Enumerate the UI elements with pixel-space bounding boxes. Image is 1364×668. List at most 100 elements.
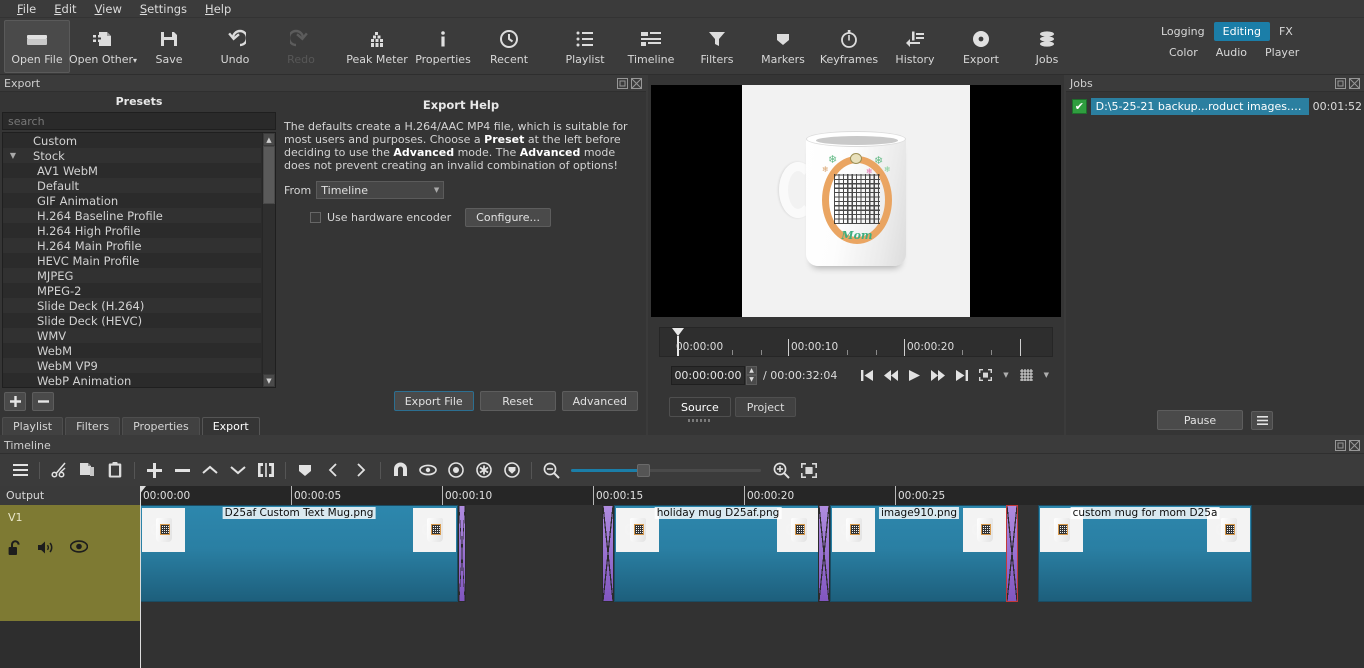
track-lane-v1[interactable]: D25af Custom Text Mug.png holiday mug D25… [140, 505, 1364, 602]
tab-properties[interactable]: Properties [122, 417, 200, 435]
timeline-clip[interactable]: custom mug for mom D25a [1038, 505, 1252, 602]
toolbar-save[interactable]: Save [136, 20, 202, 73]
tab-export[interactable]: Export [201, 417, 260, 435]
layout-mode-color[interactable]: Color [1160, 43, 1207, 62]
scroll-up-icon[interactable]: ▲ [263, 133, 275, 146]
timeline-clip[interactable]: holiday mug D25af.png [614, 505, 822, 602]
toolbar-history[interactable]: History [882, 20, 948, 73]
preset-item[interactable]: AV1 WebM [3, 163, 261, 178]
timeline-tracks[interactable]: 00:00:00 00:00:05 00:00:10 00:00:15 00:00:20… [140, 486, 1364, 668]
zoom-slider-thumb[interactable] [637, 463, 650, 477]
layout-mode-logging[interactable]: Logging [1152, 22, 1214, 41]
next-marker-button[interactable] [347, 457, 375, 483]
unlock-icon[interactable] [8, 540, 23, 556]
menu-item-view[interactable]: View [86, 0, 131, 18]
paste-button[interactable] [101, 457, 129, 483]
skip-end-icon[interactable] [956, 369, 969, 381]
zoom-slider[interactable] [571, 463, 761, 477]
marker-button[interactable] [291, 457, 319, 483]
layout-mode-editing[interactable]: Editing [1213, 22, 1270, 41]
player-ruler[interactable]: 00:00:00 00:00:10 00:00:20 [659, 327, 1053, 357]
copy-button[interactable] [73, 457, 101, 483]
float-icon[interactable] [1335, 77, 1346, 89]
job-name[interactable]: D:\5-25-21 backup...roduct images.mp4 [1090, 97, 1309, 115]
ripple-markers-button[interactable] [498, 457, 526, 483]
timeline-ruler[interactable]: 00:00:00 00:00:05 00:00:10 00:00:15 00:00:20… [140, 486, 1364, 505]
timeline-clip[interactable]: D25af Custom Text Mug.png [140, 505, 458, 602]
toolbar-open-other[interactable]: Open Other▾ [69, 20, 137, 73]
preset-item[interactable]: H.264 Baseline Profile [3, 208, 261, 223]
toolbar-markers[interactable]: Markers [750, 20, 816, 73]
toolbar-peak-meter[interactable]: Peak Meter [344, 20, 410, 73]
close-icon[interactable] [1349, 439, 1360, 451]
scrollbar-track[interactable] [263, 146, 275, 374]
zoom-fit-icon[interactable] [979, 369, 993, 381]
preset-item[interactable]: ▼ Stock [3, 148, 261, 163]
stepper-down-icon[interactable]: ▼ [746, 375, 757, 385]
toolbar-export[interactable]: Export [948, 20, 1014, 73]
float-icon[interactable] [617, 77, 628, 89]
ripple-all-tracks-button[interactable] [470, 457, 498, 483]
timeline-menu-button[interactable] [6, 457, 34, 483]
snap-button[interactable] [386, 457, 414, 483]
timeline-transition[interactable] [458, 505, 466, 602]
lift-button[interactable] [196, 457, 224, 483]
grid-icon[interactable] [1019, 369, 1033, 381]
tab-playlist[interactable]: Playlist [2, 417, 64, 435]
toolbar-open-file[interactable]: Open File [4, 20, 70, 73]
preset-item[interactable]: Default [3, 178, 261, 193]
presets-tree[interactable]: Custom ▼ Stock AV1 WebM Default GIF Animation… [3, 133, 261, 387]
speaker-icon[interactable] [38, 540, 55, 555]
current-position-field[interactable]: 00:00:00:00 [671, 365, 745, 385]
advanced-button[interactable]: Advanced [561, 391, 638, 411]
job-item[interactable]: ✔ D:\5-25-21 backup...roduct images.mp4 … [1068, 96, 1362, 116]
output-label[interactable]: Output [0, 486, 140, 505]
chevron-down-icon[interactable]: ▼ [1003, 371, 1008, 379]
jobs-list[interactable]: ✔ D:\5-25-21 backup...roduct images.mp4 … [1066, 92, 1364, 405]
preset-item[interactable]: MPEG-2 [3, 283, 261, 298]
preset-item[interactable]: WebP Animation [3, 373, 261, 388]
tab-filters[interactable]: Filters [65, 417, 121, 435]
add-preset-button[interactable] [4, 391, 26, 411]
toolbar-jobs[interactable]: Jobs [1014, 20, 1080, 73]
overwrite-button[interactable] [224, 457, 252, 483]
video-preview[interactable]: ❄ ❄ ❄ ❄ ❄ Mom [651, 85, 1061, 317]
preset-item[interactable]: WMV [3, 328, 261, 343]
cut-button[interactable] [45, 457, 73, 483]
eye-icon[interactable] [70, 540, 88, 553]
menu-item-file[interactable]: FFileile [8, 0, 45, 18]
skip-start-icon[interactable] [861, 369, 874, 381]
timeline-transition[interactable] [818, 505, 830, 602]
scrollbar-thumb[interactable] [263, 146, 275, 204]
preset-item[interactable]: H.264 High Profile [3, 223, 261, 238]
from-select[interactable]: Timeline ▼ [316, 181, 445, 199]
menu-item-help[interactable]: Help [196, 0, 240, 18]
tab-project[interactable]: Project [734, 397, 797, 417]
zoom-in-button[interactable] [767, 457, 795, 483]
menu-item-edit[interactable]: Edit [45, 0, 85, 18]
track-head-v1[interactable]: V1 [0, 505, 140, 621]
float-icon[interactable] [1335, 439, 1346, 451]
toolbar-recent[interactable]: Recent [476, 20, 542, 73]
timeline-clip[interactable]: image910.png [830, 505, 1008, 602]
layout-mode-player[interactable]: Player [1256, 43, 1308, 62]
previous-marker-button[interactable] [319, 457, 347, 483]
layout-mode-audio[interactable]: Audio [1207, 43, 1256, 62]
close-icon[interactable] [631, 77, 642, 89]
chevron-down-icon[interactable]: ▼ [1044, 371, 1049, 379]
stepper-up-icon[interactable]: ▲ [746, 365, 757, 375]
reset-button[interactable]: Reset [479, 391, 556, 411]
zoom-fit-button[interactable] [795, 457, 823, 483]
preset-item[interactable]: Slide Deck (HEVC) [3, 313, 261, 328]
position-stepper[interactable]: ▲ ▼ [746, 365, 757, 385]
append-button[interactable] [140, 457, 168, 483]
preset-item[interactable]: WebM VP9 [3, 358, 261, 373]
close-icon[interactable] [1349, 77, 1360, 89]
export-file-button[interactable]: Export File [393, 391, 474, 411]
preset-item[interactable]: MJPEG [3, 268, 261, 283]
pause-button[interactable]: Pause [1157, 410, 1243, 430]
remove-preset-button[interactable] [32, 391, 54, 411]
preset-item[interactable]: HEVC Main Profile [3, 253, 261, 268]
fast-forward-icon[interactable] [931, 369, 946, 381]
toolbar-timeline[interactable]: Timeline [618, 20, 684, 73]
